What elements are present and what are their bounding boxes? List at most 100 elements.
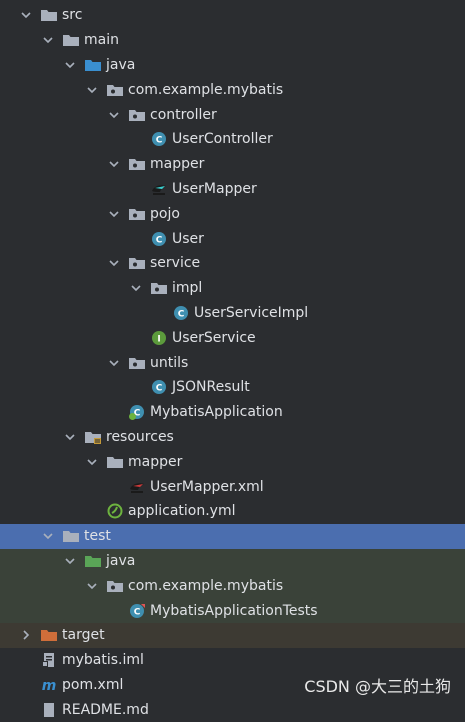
tree-row-mapper[interactable]: mapper (0, 152, 465, 177)
test-class-icon: C (128, 603, 146, 619)
iml-file-icon (40, 652, 58, 668)
excluded-folder-icon (40, 627, 58, 643)
package-icon (128, 206, 146, 222)
chevron-down-icon[interactable] (62, 429, 78, 445)
tree-item-label: User (172, 230, 204, 247)
tree-row-resources[interactable]: resources (0, 425, 465, 450)
tree-row-mybatisapplicationtests[interactable]: C MybatisApplicationTests (0, 598, 465, 623)
interface-icon: I (150, 330, 168, 346)
chevron-down-icon[interactable] (18, 7, 34, 23)
tree-item-label: UserMapper.xml (150, 478, 264, 495)
chevron-down-icon[interactable] (106, 107, 122, 123)
tree-item-label: application.yml (128, 503, 236, 520)
tree-item-label: pom.xml (62, 676, 124, 693)
tree-row-userserviceimpl[interactable]: C UserServiceImpl (0, 301, 465, 326)
chevron-down-icon[interactable] (40, 32, 56, 48)
tree-item-label: test (84, 528, 111, 545)
tree-item-label: com.example.mybatis (128, 81, 284, 98)
spring-boot-class-icon: C (128, 404, 146, 421)
chevron-down-icon[interactable] (40, 528, 56, 544)
tree-row-mapper[interactable]: mapper (0, 449, 465, 474)
chevron-down-icon[interactable] (62, 553, 78, 569)
maven-file-icon: m (40, 677, 58, 694)
tree-item-label: UserMapper (172, 180, 257, 197)
svg-text:C: C (156, 235, 163, 245)
tree-item-label: controller (150, 106, 217, 123)
tree-row-usermapper-xml[interactable]: UserMapper.xml (0, 474, 465, 499)
tree-row-impl[interactable]: impl (0, 276, 465, 301)
tree-item-label: service (150, 255, 201, 272)
tree-row-application-yml[interactable]: application.yml (0, 499, 465, 524)
svg-text:C: C (178, 309, 185, 319)
package-icon (128, 107, 146, 123)
tree-row-mybatisapplication[interactable]: C MybatisApplication (0, 400, 465, 425)
package-icon (150, 280, 168, 296)
tree-item-label: MybatisApplicationTests (150, 602, 318, 619)
tree-item-label: untils (150, 354, 189, 371)
tree-row-pojo[interactable]: pojo (0, 201, 465, 226)
tree-row-jsonresult[interactable]: C JSONResult (0, 375, 465, 400)
chevron-down-icon[interactable] (106, 255, 122, 271)
tree-row-java[interactable]: java (0, 53, 465, 78)
folder-icon (62, 528, 80, 544)
tree-row-com-example-mybatis[interactable]: com.example.mybatis (0, 573, 465, 599)
tree-row-target[interactable]: target (0, 622, 465, 648)
tree-row-main[interactable]: main (0, 28, 465, 53)
svg-text:C: C (134, 607, 141, 617)
source-folder-icon (84, 57, 102, 73)
tree-item-label: java (106, 56, 136, 73)
tree-row-readme-md[interactable]: README.md (0, 697, 465, 722)
chevron-down-icon[interactable] (84, 454, 100, 470)
tree-row-mybatis-iml[interactable]: mybatis.iml (0, 648, 465, 673)
watermark: CSDN @大三的土狗 (304, 677, 451, 696)
tree-item-label: pojo (150, 205, 180, 222)
package-icon (106, 82, 124, 98)
tree-row-usermapper[interactable]: UserMapper (0, 177, 465, 202)
tree-row-service[interactable]: service (0, 251, 465, 276)
class-icon: C (172, 305, 190, 321)
chevron-down-icon[interactable] (62, 57, 78, 73)
folder-icon (106, 454, 124, 470)
tree-item-label: UserController (172, 131, 273, 148)
chevron-down-icon[interactable] (106, 355, 122, 371)
tree-item-label: java (106, 552, 136, 569)
svg-text:C: C (156, 384, 163, 394)
tree-row-test[interactable]: test (0, 523, 465, 549)
package-icon (128, 156, 146, 172)
tree-item-label: JSONResult (172, 379, 250, 396)
chevron-down-icon[interactable] (128, 280, 144, 296)
chevron-down-icon[interactable] (106, 156, 122, 172)
tree-item-label: mybatis.iml (62, 652, 144, 669)
mybatis-xml-icon (128, 479, 146, 495)
svg-text:I: I (157, 334, 160, 344)
chevron-right-icon[interactable] (18, 627, 34, 643)
tree-row-usercontroller[interactable]: C UserController (0, 127, 465, 152)
mybatis-mapper-icon (150, 181, 168, 197)
folder-icon (40, 7, 58, 23)
chevron-down-icon[interactable] (84, 82, 100, 98)
tree-item-label: UserServiceImpl (194, 304, 309, 321)
tree-row-com-example-mybatis[interactable]: com.example.mybatis (0, 77, 465, 102)
tree-row-src[interactable]: src (0, 3, 465, 28)
tree-item-label: com.example.mybatis (128, 577, 284, 594)
project-tree: src main java com.example.mybatis controller… (0, 3, 465, 722)
tree-row-java[interactable]: java (0, 548, 465, 574)
tree-row-controller[interactable]: controller (0, 102, 465, 127)
resources-folder-icon (84, 429, 102, 445)
tree-row-untils[interactable]: untils (0, 350, 465, 375)
markdown-file-icon (40, 702, 58, 718)
class-icon: C (150, 231, 168, 247)
package-icon (106, 578, 124, 594)
package-icon (128, 255, 146, 271)
tree-row-userservice[interactable]: I UserService (0, 325, 465, 350)
chevron-down-icon[interactable] (84, 578, 100, 594)
chevron-down-icon[interactable] (106, 206, 122, 222)
tree-row-user[interactable]: C User (0, 226, 465, 251)
